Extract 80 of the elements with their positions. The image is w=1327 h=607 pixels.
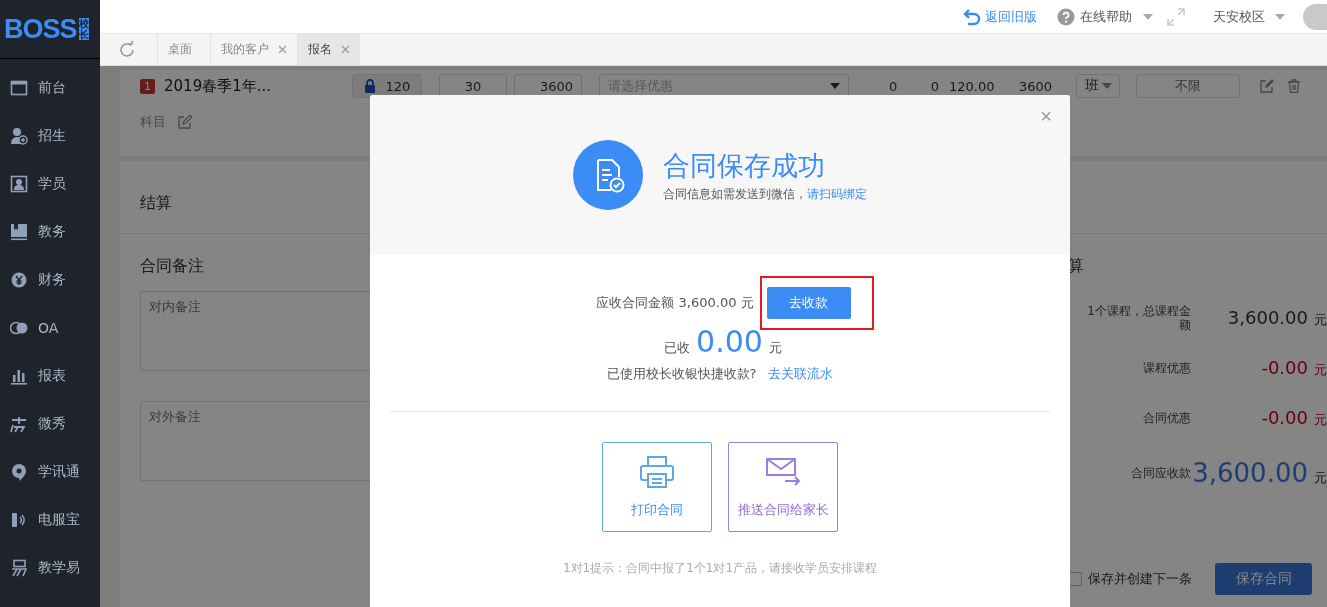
limit-field[interactable]: 不限 [1136, 74, 1240, 98]
summary-value: 3,600.00 [1192, 458, 1308, 488]
currency-unit: 元 [1314, 411, 1327, 429]
printer-icon [639, 455, 675, 489]
sidebar-item[interactable]: 教务 [0, 208, 100, 256]
back-link[interactable]: 返回旧版 [963, 7, 1037, 26]
trash-icon [1287, 79, 1301, 93]
unit-select[interactable]: 班 [1076, 74, 1120, 98]
summary-value: 3,600.00 [1227, 307, 1308, 328]
expand-icon [1167, 7, 1185, 26]
chat-bubbles-icon [10, 319, 28, 337]
section-title: 合同备注 [140, 256, 205, 277]
sidebar-item[interactable]: 电服宝 [0, 496, 100, 544]
table-cell-text: 0 [929, 78, 939, 94]
close-button[interactable]: × [1036, 105, 1056, 127]
currency-unit: 元 [1314, 469, 1327, 487]
section-title: 算 [1068, 256, 1085, 277]
document-check-icon [573, 140, 643, 210]
received-value: 0.00 [696, 324, 763, 359]
undo-icon [963, 7, 981, 26]
sidebar-item[interactable]: 报表 [0, 352, 100, 400]
summary-label: 1个课程，总课程金额 [1086, 304, 1191, 332]
course-title: 2019春季1年... [164, 76, 272, 96]
sidebar-item[interactable]: 微秀 [0, 400, 100, 448]
summary-label: 合同应收款 [1130, 466, 1191, 480]
table-cell-text: 120.00 [949, 78, 996, 94]
book-icon [10, 223, 28, 241]
person-add-icon [10, 127, 28, 145]
currency-unit: 元 [1314, 311, 1327, 329]
yen-icon [10, 271, 28, 289]
window-icon [10, 79, 28, 97]
table-cell-text: 0 [889, 78, 899, 94]
price-field[interactable]: 120 [352, 74, 422, 98]
bar-chart-icon [10, 367, 28, 385]
send-button[interactable]: 推送合同给家长 [728, 442, 838, 532]
brush-stroke-icon [10, 415, 28, 433]
summary-label: 合同优惠 [1142, 411, 1191, 425]
caret-icon [1275, 13, 1285, 20]
sidebar-item[interactable]: 学讯通 [0, 448, 100, 496]
location-pin-icon [10, 463, 28, 481]
edit-icon [178, 115, 192, 129]
summary-value: -0.00 [1261, 407, 1308, 428]
subject-label: 科目 [140, 113, 166, 131]
received-label: 已收 [664, 339, 691, 357]
caret-icon [1101, 83, 1112, 89]
save-button[interactable]: 保存合同 [1215, 563, 1312, 595]
collect-button[interactable]: 去收款 [766, 287, 851, 319]
refresh-icon [118, 40, 136, 59]
sidebar-item[interactable]: OA [0, 304, 100, 352]
dialog-subtitle: 合同信息如需发送到微信， [663, 186, 807, 201]
hint-text: 1对1提示：合同中报了1个1对1产品，请接收学员安排课程 [562, 560, 878, 577]
edit-icon [1260, 79, 1274, 93]
sidebar-item[interactable]: 教学易 [0, 544, 100, 592]
index-badge: 1 [140, 78, 155, 94]
sidebar-item[interactable]: 财务 [0, 256, 100, 304]
caret-icon [1143, 13, 1153, 20]
sidebar-item[interactable]: 学员 [0, 160, 100, 208]
summary-label: 课程优惠 [1142, 361, 1191, 375]
logo-tag: 校长 [78, 18, 89, 40]
portrait-icon [10, 175, 28, 193]
help-menu[interactable]: 在线帮助 [1057, 7, 1153, 26]
logo-text: BOSS [4, 13, 77, 45]
sidebar-item[interactable]: 招生 [0, 112, 100, 160]
quick-pay-question: 已使用校长收银快捷收款? [606, 365, 757, 383]
print-button[interactable]: 打印合同 [602, 442, 712, 532]
sidebar-item[interactable]: 前台 [0, 64, 100, 112]
summary-value: -0.00 [1261, 357, 1308, 378]
currency-unit: 元 [1314, 361, 1327, 379]
link-flow-link[interactable]: 去关联流水 [768, 365, 834, 383]
caret-icon [830, 83, 840, 89]
receivable-text: 应收合同金额 3,600.00 元 [596, 294, 754, 312]
stack-icon [10, 559, 28, 577]
table-cell-text: 3600 [1019, 78, 1054, 94]
help-icon [1057, 7, 1075, 26]
tab[interactable]: 桌面 [157, 34, 210, 65]
tab[interactable]: 报名 [297, 34, 360, 65]
currency-unit: 元 [768, 339, 782, 357]
campus-menu[interactable]: 天安校区 [1213, 7, 1285, 26]
phone-signal-icon [10, 511, 28, 529]
bind-link[interactable]: 请扫码绑定 [807, 186, 867, 201]
